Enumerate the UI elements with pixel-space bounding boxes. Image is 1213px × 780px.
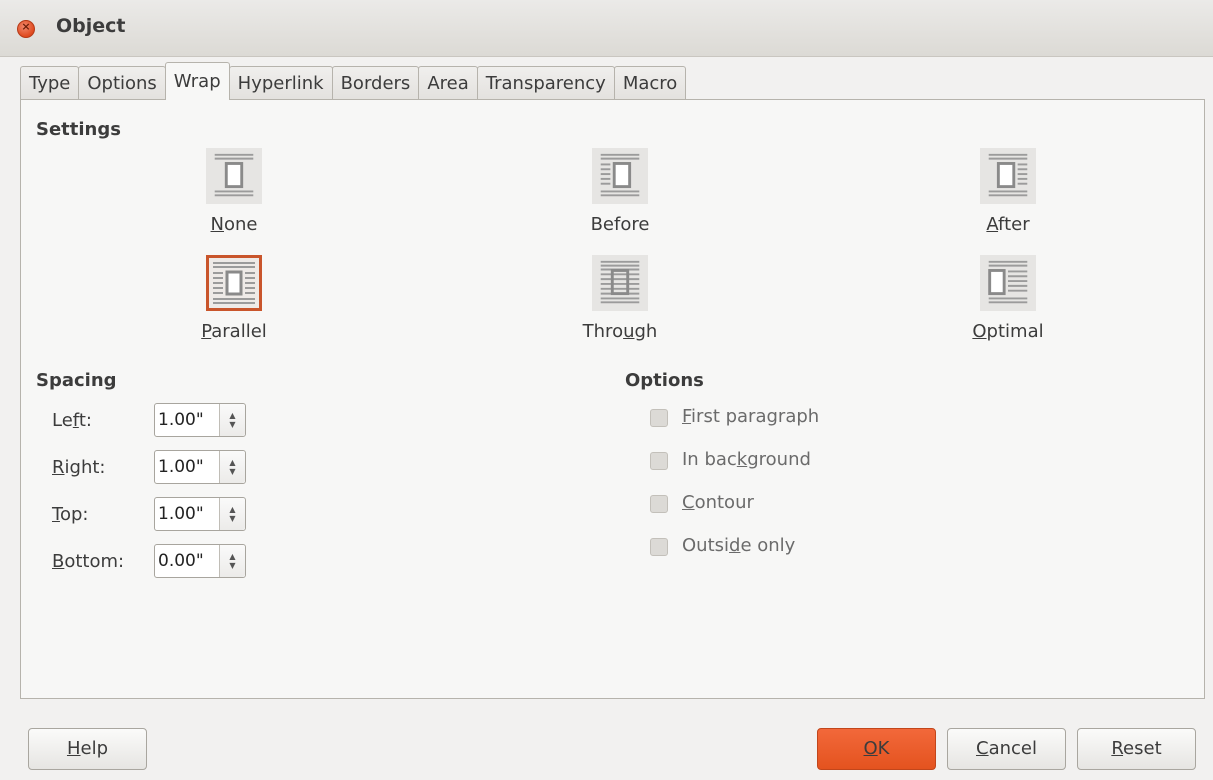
bottom-value[interactable]: 0.00" (158, 551, 204, 571)
checkbox-box[interactable] (650, 538, 668, 556)
wrap-tab-panel: Settings None Before After Parallel Thro… (20, 99, 1205, 699)
close-icon[interactable]: × (17, 20, 35, 38)
top-spinbox[interactable]: 1.00" ▲ ▼ (154, 497, 246, 531)
tab-options[interactable]: Options (78, 66, 166, 100)
wrap-option-before[interactable]: Before (540, 148, 700, 235)
checkbox-box[interactable] (650, 495, 668, 513)
bottom-spin-buttons[interactable]: ▲ ▼ (219, 545, 245, 577)
right-spin-buttons[interactable]: ▲ ▼ (219, 451, 245, 483)
wrap-after-icon (980, 148, 1036, 204)
wrap-before-icon (592, 148, 648, 204)
checkbox-box[interactable] (650, 452, 668, 470)
top-spin-buttons[interactable]: ▲ ▼ (219, 498, 245, 530)
wrap-option-after[interactable]: After (928, 148, 1088, 235)
left-spin-buttons[interactable]: ▲ ▼ (219, 404, 245, 436)
wrap-option-optimal[interactable]: Optimal (928, 255, 1088, 342)
right-spinbox[interactable]: 1.00" ▲ ▼ (154, 450, 246, 484)
bottom-spinbox[interactable]: 0.00" ▲ ▼ (154, 544, 246, 578)
tab-borders[interactable]: Borders (331, 66, 420, 100)
tab-type[interactable]: Type (20, 66, 80, 100)
bottom-label: Bottom: (52, 551, 125, 572)
wrap-option-through[interactable]: Through (540, 255, 700, 342)
spacing-heading: Spacing (36, 370, 117, 391)
checkbox-box[interactable] (650, 409, 668, 427)
top-value[interactable]: 1.00" (158, 504, 204, 524)
ok-button[interactable]: OK (817, 728, 936, 770)
cancel-button[interactable]: Cancel (947, 728, 1066, 770)
right-label: Right: (52, 457, 106, 478)
tab-transparency[interactable]: Transparency (476, 66, 615, 100)
left-label: Left: (52, 410, 92, 431)
wrap-parallel-icon (206, 255, 262, 311)
reset-button[interactable]: Reset (1077, 728, 1196, 770)
tab-wrap[interactable]: Wrap (164, 62, 230, 100)
help-button[interactable]: Help (28, 728, 147, 770)
settings-heading: Settings (36, 119, 121, 140)
tab-strip: Type Options Wrap Hyperlink Borders Area… (20, 62, 687, 100)
window-title: Object (56, 15, 126, 37)
wrap-option-parallel[interactable]: Parallel (154, 255, 314, 342)
wrap-optimal-icon (980, 255, 1036, 311)
tab-area[interactable]: Area (418, 66, 478, 100)
wrap-through-icon (592, 255, 648, 311)
top-label: Top: (52, 504, 89, 525)
wrap-option-none[interactable]: None (154, 148, 314, 235)
wrap-none-icon (206, 148, 262, 204)
tab-hyperlink[interactable]: Hyperlink (228, 66, 333, 100)
title-bar: × Object (0, 0, 1213, 57)
right-value[interactable]: 1.00" (158, 457, 204, 477)
options-heading: Options (625, 370, 704, 391)
left-value[interactable]: 1.00" (158, 410, 204, 430)
left-spinbox[interactable]: 1.00" ▲ ▼ (154, 403, 246, 437)
tab-macro[interactable]: Macro (613, 66, 687, 100)
